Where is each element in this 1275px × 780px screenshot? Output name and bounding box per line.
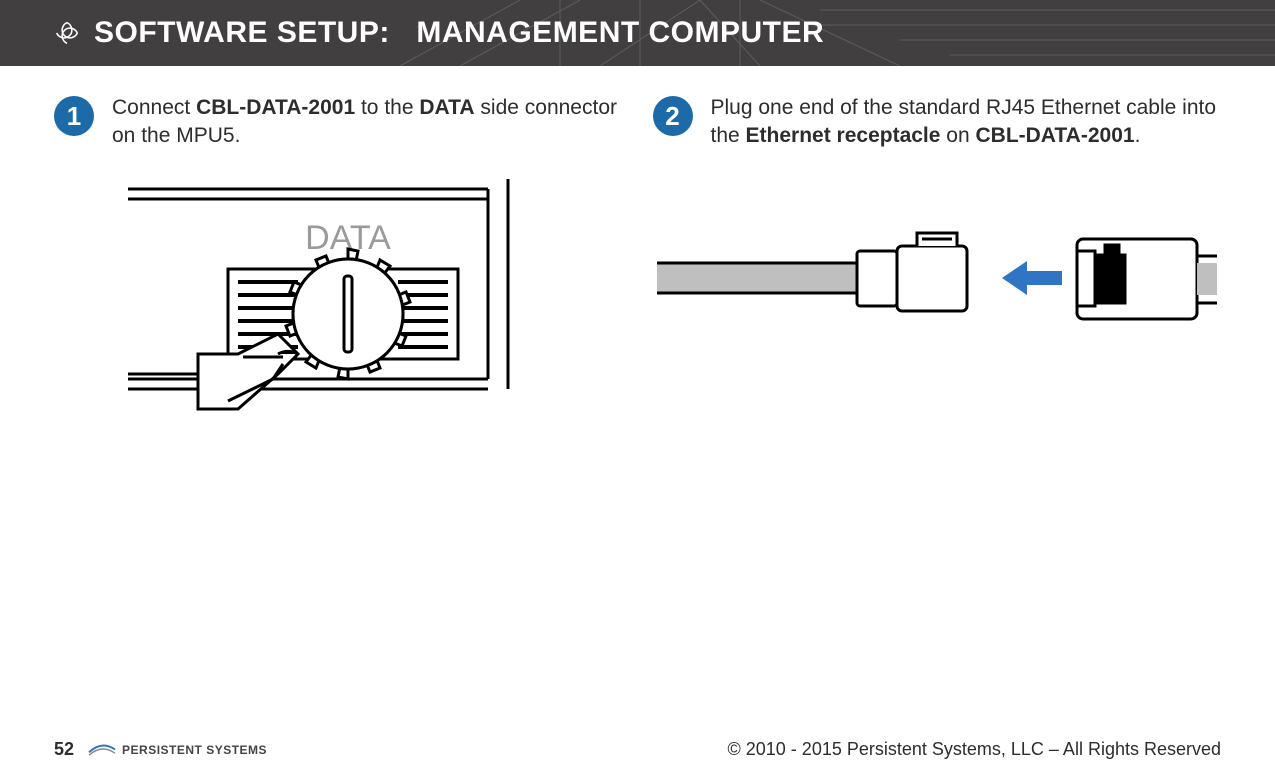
brand-swoosh-icon xyxy=(88,743,116,757)
step-2-text: Plug one end of the standard RJ45 Ether­… xyxy=(711,94,1222,151)
header-title-prefix: SOFTWARE SETUP: xyxy=(94,16,390,49)
step-1-badge: 1 xyxy=(54,96,94,136)
step-2-badge: 2 xyxy=(653,96,693,136)
step-1-frag-1: Connect xyxy=(112,96,196,119)
step-1-diagram: DATA xyxy=(54,179,623,439)
step-2-frag-3: . xyxy=(1135,124,1141,147)
step-2-bold-2: CBL-DATA-2001 xyxy=(975,124,1134,147)
header-title-suffix: MANAGEMENT COMPUTER xyxy=(416,16,824,49)
step-2-column: 2 Plug one end of the standard RJ45 Ethe… xyxy=(653,94,1222,439)
brand-text: PERSISTENT SYSTEMS xyxy=(122,743,267,757)
page-footer: 52 PERSISTENT SYSTEMS © 2010 - 2015 Pers… xyxy=(0,739,1275,760)
step-1-column: 1 Connect CBL-DATA-2001 to the DATA side… xyxy=(54,94,623,439)
step-2-diagram xyxy=(653,221,1222,341)
copyright-text: © 2010 - 2015 Persistent Systems, LLC – … xyxy=(728,739,1222,760)
step-1-frag-2: to the xyxy=(355,96,419,119)
step-2-frag-2: on xyxy=(940,124,975,147)
step-2-bold-1: Ethernet receptacle xyxy=(746,124,941,147)
data-connector-illustration: DATA xyxy=(128,179,548,439)
brand-mark: PERSISTENT SYSTEMS xyxy=(88,743,267,757)
page-number: 52 xyxy=(54,739,74,760)
page-header: SOFTWARE SETUP: MANAGEMENT COMPUTER xyxy=(0,0,1275,66)
step-1-text: Connect CBL-DATA-2001 to the DATA side c… xyxy=(112,94,623,151)
ethernet-plug-illustration xyxy=(657,221,1217,341)
step-1-bold-2: DATA xyxy=(419,96,474,119)
insert-arrow-icon xyxy=(1002,261,1062,295)
content-area: 1 Connect CBL-DATA-2001 to the DATA side… xyxy=(0,66,1275,439)
step-1-bold-1: CBL-DATA-2001 xyxy=(196,96,355,119)
section-icon xyxy=(54,20,80,46)
